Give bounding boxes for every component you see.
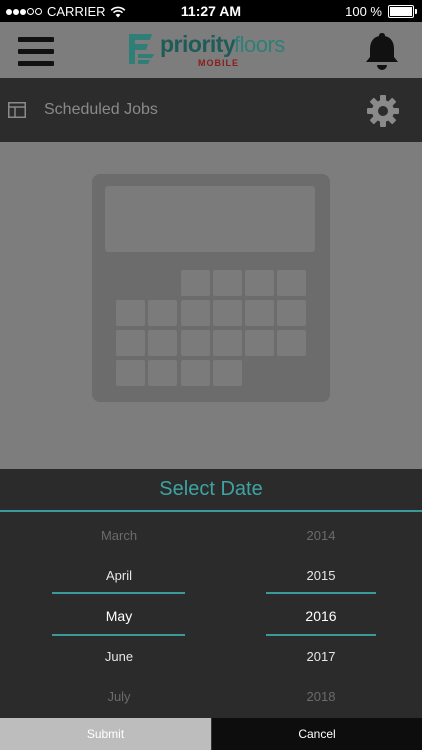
gear-icon[interactable] [366,94,400,128]
month-option[interactable]: June [49,649,189,664]
submit-button[interactable]: Submit [0,718,211,750]
year-option[interactable]: 2018 [251,689,391,704]
month-option[interactable]: July [49,689,189,704]
year-option[interactable]: 2015 [251,568,391,583]
month-selection-line-bottom [52,634,185,636]
content-area [0,142,422,469]
hamburger-menu-icon[interactable] [18,37,54,67]
year-option-selected[interactable]: 2016 [251,608,391,624]
logo-mark-icon [129,34,154,64]
sub-header: Scheduled Jobs [0,78,422,142]
app-screen: CARRIER 11:27 AM 100 % priority floors M… [0,0,422,750]
window-icon [8,102,26,118]
bell-icon[interactable] [362,30,402,72]
battery-percent: 100 % [345,4,382,19]
year-selection-line-top [266,592,376,594]
app-logo: priority floors MOBILE [126,28,296,72]
picker-divider [0,510,422,512]
month-option[interactable]: March [49,528,189,543]
battery-icon [388,5,417,18]
page-title: Scheduled Jobs [44,101,158,118]
status-right: 100 % [345,4,417,19]
year-option[interactable]: 2014 [251,528,391,543]
logo-word-primary: priority [160,31,236,57]
year-selection-line-bottom [266,634,376,636]
date-picker: Select Date March April May June July 20… [0,469,422,750]
logo-sub: MOBILE [198,58,239,68]
month-selection-line-top [52,592,185,594]
logo-word-secondary: floors [234,32,285,57]
month-option-selected[interactable]: May [49,608,189,624]
year-option[interactable]: 2017 [251,649,391,664]
cancel-button[interactable]: Cancel [211,718,422,750]
status-bar: CARRIER 11:27 AM 100 % [0,0,422,22]
calculator-icon [92,174,330,402]
month-option[interactable]: April [49,568,189,583]
app-header: priority floors MOBILE [0,22,422,78]
picker-title: Select Date [159,478,263,500]
